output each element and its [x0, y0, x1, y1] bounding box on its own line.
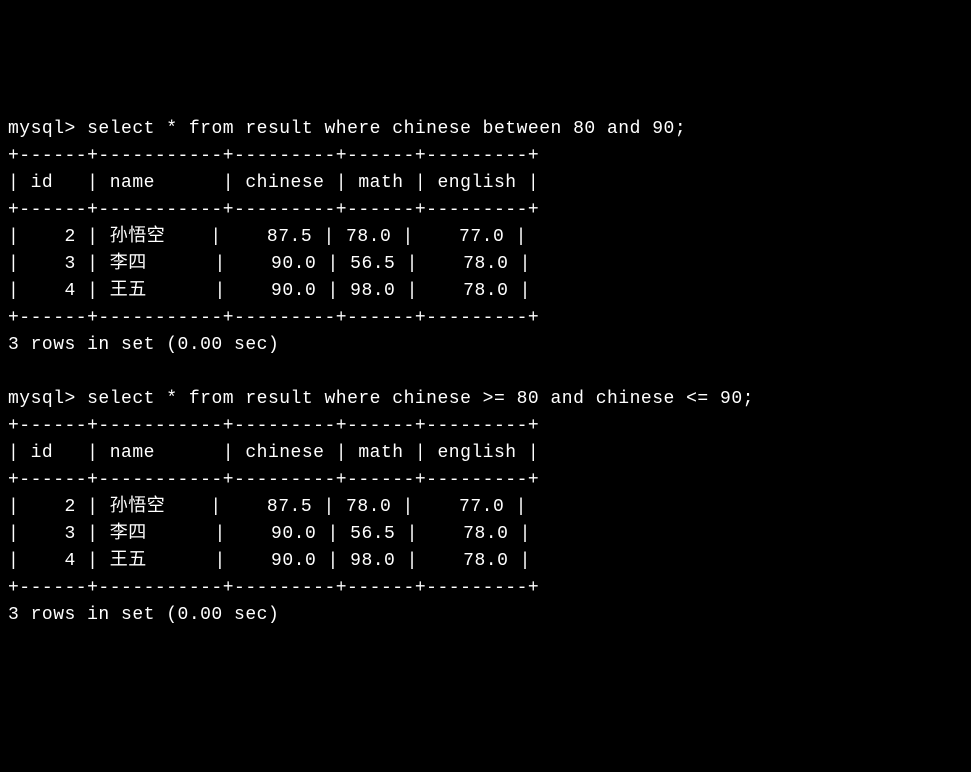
table-row: | 2 | 孙悟空 | 87.5 | 78.0 | 77.0 | — [8, 227, 527, 247]
table-row: | 3 | 李四 | 90.0 | 56.5 | 78.0 | — [8, 254, 531, 274]
terminal-output: mysql> select * from result where chines… — [8, 116, 963, 629]
sql-query-1: select * from result where chinese betwe… — [87, 119, 686, 139]
table-border: +------+-----------+---------+------+---… — [8, 308, 539, 328]
table-row: | 4 | 王五 | 90.0 | 98.0 | 78.0 | — [8, 281, 531, 301]
table-border: +------+-----------+---------+------+---… — [8, 146, 539, 166]
table-border: +------+-----------+---------+------+---… — [8, 416, 539, 436]
table-row: | 4 | 王五 | 90.0 | 98.0 | 78.0 | — [8, 551, 531, 571]
table-header: | id | name | chinese | math | english | — [8, 173, 539, 193]
table-row: | 3 | 李四 | 90.0 | 56.5 | 78.0 | — [8, 524, 531, 544]
status-text: 3 rows in set (0.00 sec) — [8, 335, 279, 355]
mysql-prompt: mysql> — [8, 119, 87, 139]
status-text: 3 rows in set (0.00 sec) — [8, 605, 279, 625]
table-row: | 2 | 孙悟空 | 87.5 | 78.0 | 77.0 | — [8, 497, 527, 517]
table-border: +------+-----------+---------+------+---… — [8, 200, 539, 220]
sql-query-2: select * from result where chinese >= 80… — [87, 389, 754, 409]
table-border: +------+-----------+---------+------+---… — [8, 578, 539, 598]
table-border: +------+-----------+---------+------+---… — [8, 470, 539, 490]
mysql-prompt: mysql> — [8, 389, 87, 409]
table-header: | id | name | chinese | math | english | — [8, 443, 539, 463]
